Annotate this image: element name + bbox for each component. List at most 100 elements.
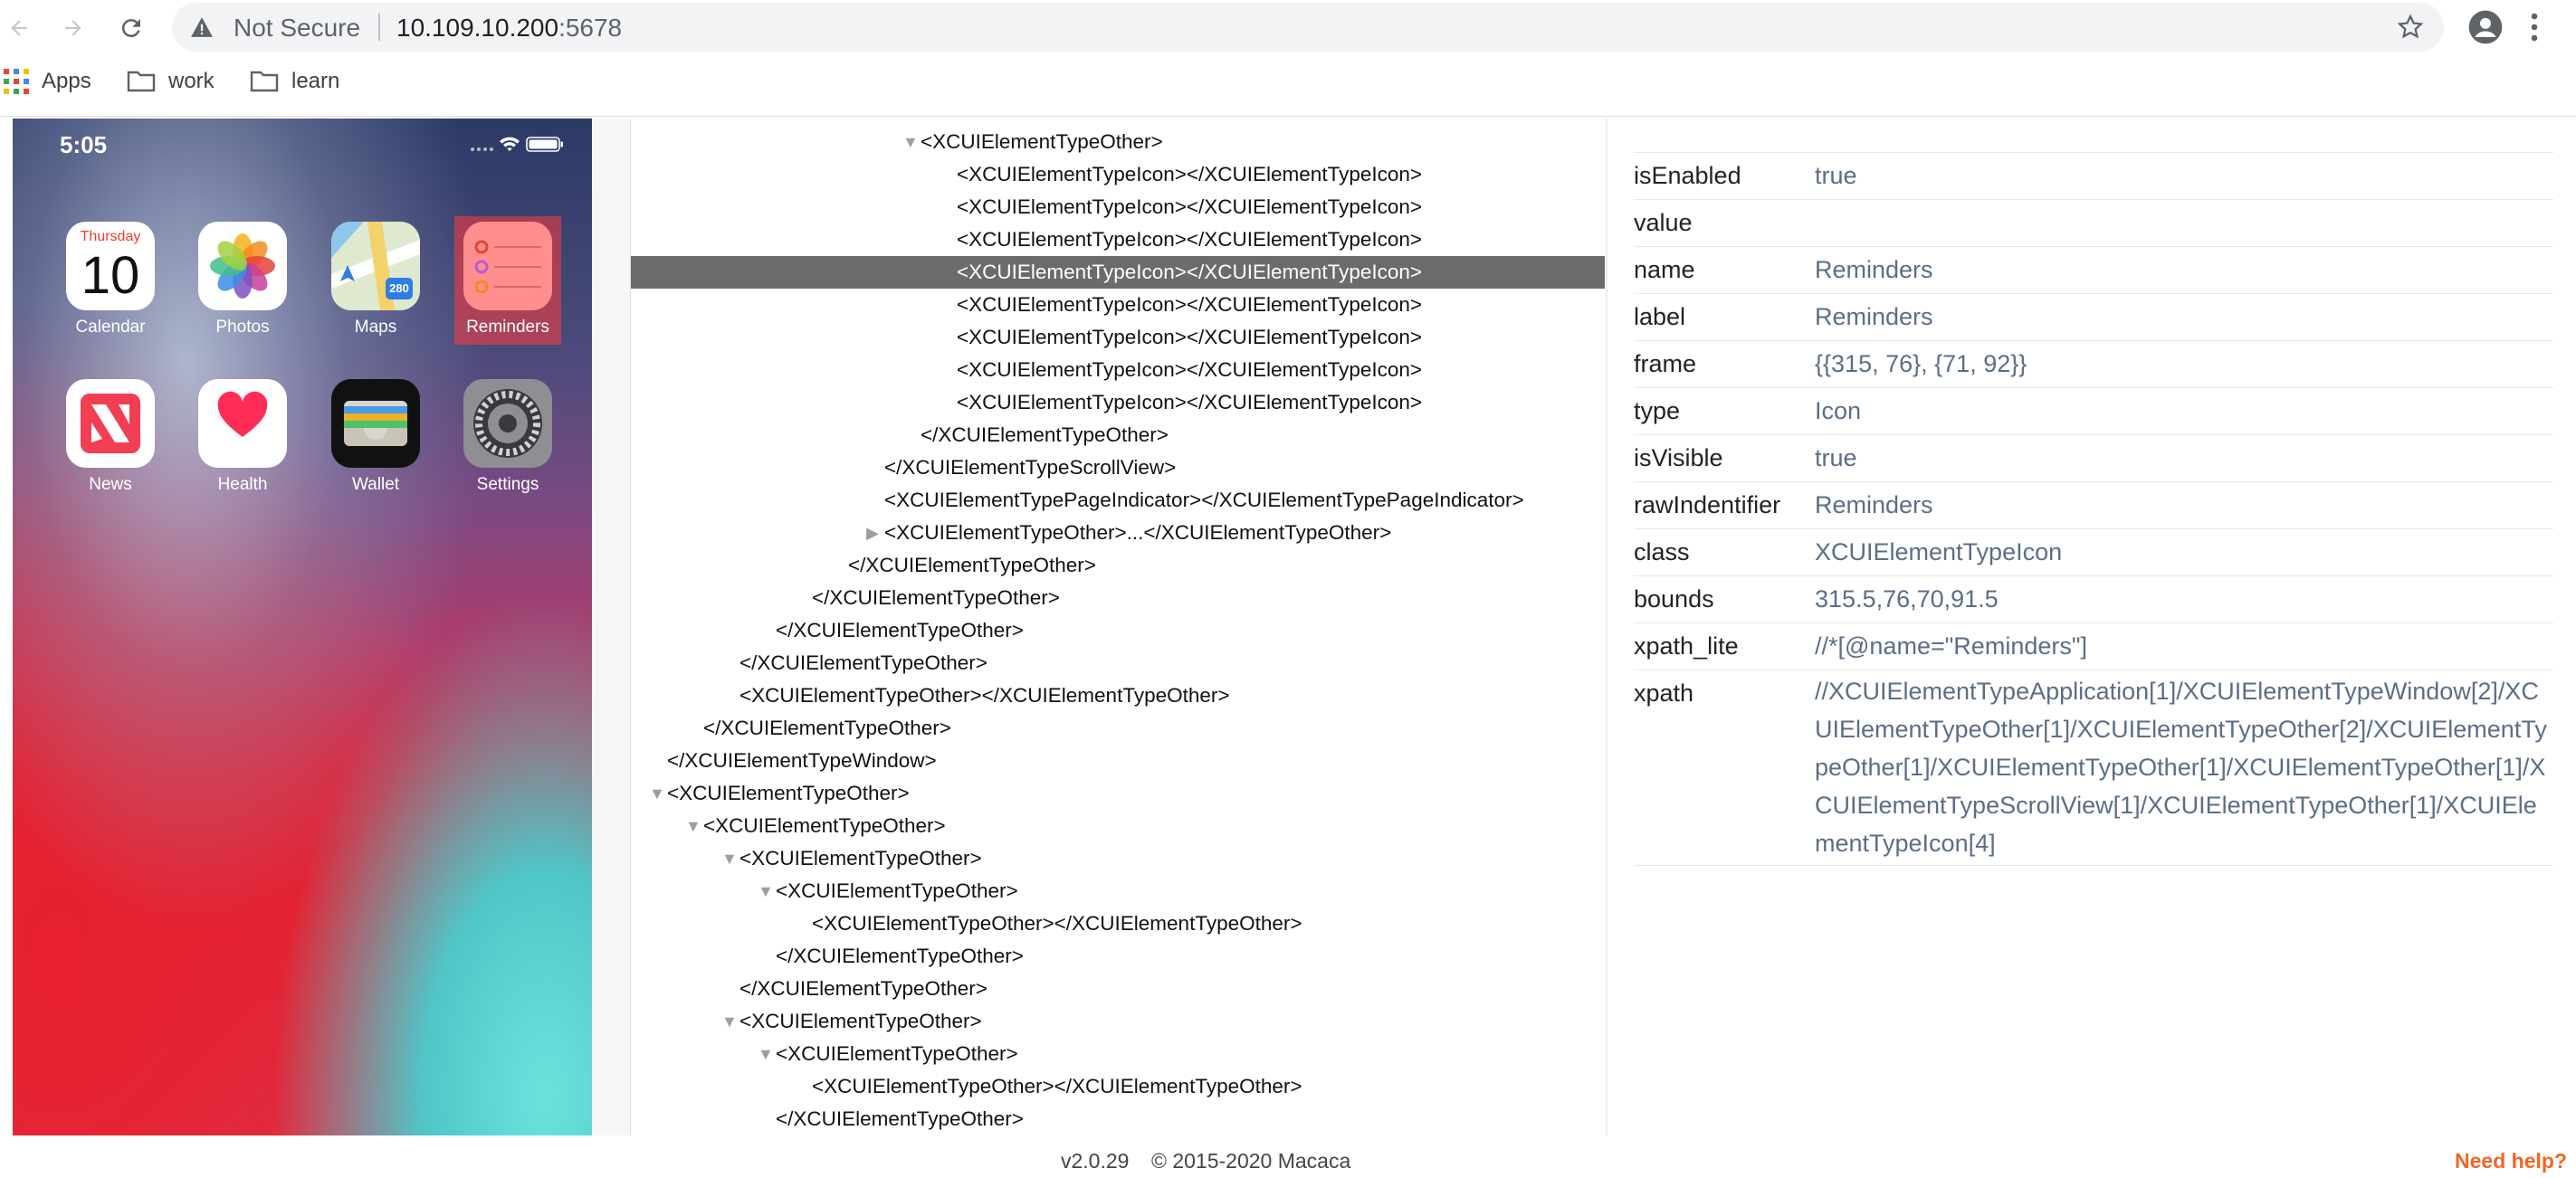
caret-down-icon[interactable]: ▼ <box>721 1005 738 1038</box>
app-settings[interactable]: Settings <box>458 379 558 495</box>
need-help-link[interactable]: Need help? <box>2455 1149 2567 1173</box>
tree-row[interactable]: <XCUIElementTypeOther></XCUIElementTypeO… <box>631 1070 1605 1103</box>
wallet-icon <box>331 379 420 468</box>
tree-node-label: </XCUIElementTypeOther> <box>739 977 987 1000</box>
caret-down-icon[interactable]: ▼ <box>902 126 919 158</box>
folder-icon <box>127 71 156 92</box>
element-tree[interactable]: ▼ <XCUIElementTypeOther> <XCUIElementTypeI… <box>631 119 1605 1135</box>
status-time: 5:05 <box>60 131 108 158</box>
calendar-day-number: 10 <box>81 246 140 305</box>
bookmark-work[interactable]: work <box>127 69 215 94</box>
app-health[interactable]: Health <box>193 379 292 495</box>
address-bar[interactable]: Not Secure 10.109.10.200:5678 <box>172 3 2444 52</box>
tree-row[interactable]: <XCUIElementTypeIcon></XCUIElementTypeIc… <box>631 223 1605 256</box>
tree-row[interactable]: <XCUIElementTypeIcon></XCUIElementTypeIc… <box>631 354 1605 386</box>
tree-node-label: <XCUIElementTypeIcon></XCUIElementTypeIc… <box>957 391 1423 413</box>
attr-key: xpath_lite <box>1634 632 1739 660</box>
tree-row[interactable]: <XCUIElementTypeIcon></XCUIElementTypeIc… <box>631 158 1605 191</box>
tree-node-label: </XCUIElementTypeOther> <box>776 1107 1024 1130</box>
app-maps[interactable]: 280 Maps <box>326 222 425 337</box>
arrow-right-icon <box>65 20 81 36</box>
tree-node-label: <XCUIElementTypeOther> <box>776 1042 1018 1065</box>
attr-value[interactable]: 315.5,76,70,91.5 <box>1815 585 1999 613</box>
attr-table-bottom-border <box>1634 865 2553 866</box>
tree-row[interactable]: <XCUIElementTypeIcon></XCUIElementTypeIc… <box>631 289 1605 321</box>
device-screenshot[interactable]: 5:05 Thursday 10 Calendar Photos 280 Map… <box>13 119 592 1135</box>
url-host: 10.109.10.200 <box>396 14 559 42</box>
tree-row[interactable]: </XCUIElementTypeOther> <box>631 940 1605 973</box>
tree-row[interactable]: ▶ <XCUIElementTypeOther>...</XCUIElementT… <box>631 517 1605 549</box>
tree-row[interactable]: <XCUIElementTypePageIndicator></XCUIElem… <box>631 484 1605 517</box>
tree-row[interactable]: </XCUIElementTypeOther> <box>631 712 1605 745</box>
attr-value[interactable]: Icon <box>1815 397 1861 425</box>
tree-row[interactable]: ▼ <XCUIElementTypeOther> <box>631 1005 1605 1038</box>
tree-row[interactable]: </XCUIElementTypeOther> <box>631 419 1605 451</box>
tree-row[interactable]: <XCUIElementTypeOther></XCUIElementTypeO… <box>631 907 1605 940</box>
tree-row[interactable]: <XCUIElementTypeIcon></XCUIElementTypeIc… <box>631 191 1605 223</box>
attr-value[interactable]: {{315, 76}, {71, 92}} <box>1815 350 2027 378</box>
status-icons <box>471 137 563 152</box>
caret-down-icon[interactable]: ▼ <box>649 777 665 810</box>
calendar-icon: Thursday 10 <box>66 222 155 310</box>
tree-row-selected[interactable]: <XCUIElementTypeIcon></XCUIElementTypeIc… <box>631 256 1605 289</box>
tree-row[interactable]: </XCUIElementTypeOther> <box>631 614 1605 647</box>
app-label: Calendar <box>75 318 146 337</box>
app-calendar[interactable]: Thursday 10 Calendar <box>61 222 160 337</box>
app-photos[interactable]: Photos <box>193 222 292 337</box>
attr-row-value: value <box>1634 199 2553 247</box>
attr-value[interactable]: true <box>1815 444 1857 472</box>
caret-down-icon[interactable]: ▼ <box>721 842 738 875</box>
tree-row[interactable]: </XCUIElementTypeOther> <box>631 647 1605 679</box>
tree-row[interactable]: </XCUIElementTypeOther> <box>631 973 1605 1005</box>
tree-row[interactable]: <XCUIElementTypeIcon></XCUIElementTypeIc… <box>631 386 1605 419</box>
url-port: :5678 <box>558 14 623 42</box>
attr-value[interactable]: true <box>1815 162 1857 190</box>
app-news[interactable]: News <box>61 379 160 495</box>
attr-value[interactable]: //XCUIElementTypeApplication[1]/XCUIElem… <box>1815 672 2548 862</box>
tree-node-label: <XCUIElementTypeOther> <box>776 879 1018 902</box>
app-reminders[interactable]: Reminders <box>458 222 558 337</box>
url-text: 10.109.10.200:5678 <box>396 14 622 43</box>
more-menu-icon[interactable] <box>2529 11 2540 43</box>
tree-row[interactable]: ▼ <XCUIElementTypeOther> <box>631 126 1605 158</box>
tree-node-label: <XCUIElementTypeIcon></XCUIElementTypeIc… <box>957 293 1423 316</box>
tree-row[interactable]: </XCUIElementTypeScrollView> <box>631 451 1605 484</box>
attr-value[interactable]: Reminders <box>1815 491 1933 519</box>
attr-value[interactable]: Reminders <box>1815 256 1933 284</box>
signal-icon <box>471 147 493 151</box>
attr-value[interactable]: XCUIElementTypeIcon <box>1815 538 2062 566</box>
attr-value[interactable]: //*[@name="Reminders"] <box>1815 632 2087 660</box>
tree-row[interactable]: ▼ <XCUIElementTypeOther> <box>631 875 1605 907</box>
tree-row[interactable]: </XCUIElementTypeOther> <box>631 1103 1605 1135</box>
attr-row-frame: frame {{315, 76}, {71, 92}} <box>1634 340 2553 388</box>
app-wallet[interactable]: Wallet <box>326 379 425 495</box>
reload-button[interactable] <box>114 11 148 45</box>
caret-down-icon[interactable]: ▼ <box>758 875 774 907</box>
tree-row[interactable]: <XCUIElementTypeIcon></XCUIElementTypeIc… <box>631 321 1605 354</box>
footer-version: v2.0.29 <box>1061 1149 1130 1173</box>
caret-down-icon[interactable]: ▼ <box>685 810 701 842</box>
bookmark-learn[interactable]: learn <box>250 69 339 94</box>
tree-row[interactable]: ▼ <XCUIElementTypeOther> <box>631 1038 1605 1070</box>
tree-row[interactable]: </XCUIElementTypeOther> <box>631 582 1605 614</box>
tree-row[interactable]: ▼ <XCUIElementTypeOther> <box>631 777 1605 810</box>
tree-row[interactable]: </XCUIElementTypeOther> <box>631 549 1605 582</box>
attr-key: label <box>1634 303 1686 330</box>
attr-key: bounds <box>1634 585 1714 613</box>
back-button[interactable] <box>2 11 36 45</box>
tree-row[interactable]: ▼ <XCUIElementTypeOther> <box>631 810 1605 842</box>
news-n-icon <box>81 394 140 453</box>
tree-row[interactable]: </XCUIElementTypeWindow> <box>631 745 1605 777</box>
bookmark-apps[interactable]: Apps <box>4 69 91 94</box>
news-icon <box>66 379 155 468</box>
tree-row[interactable]: <XCUIElementTypeOther></XCUIElementTypeO… <box>631 679 1605 712</box>
bookmark-label: learn <box>291 69 340 93</box>
profile-icon[interactable] <box>2467 9 2504 45</box>
caret-right-icon[interactable]: ▶ <box>866 517 879 549</box>
tree-row[interactable]: ▼ <XCUIElementTypeOther> <box>631 842 1605 875</box>
attr-value[interactable]: Reminders <box>1815 303 1933 331</box>
bookmark-star-icon[interactable] <box>2397 14 2424 41</box>
caret-down-icon[interactable]: ▼ <box>758 1038 774 1070</box>
forward-button[interactable] <box>56 11 91 45</box>
heart-icon <box>217 391 268 437</box>
